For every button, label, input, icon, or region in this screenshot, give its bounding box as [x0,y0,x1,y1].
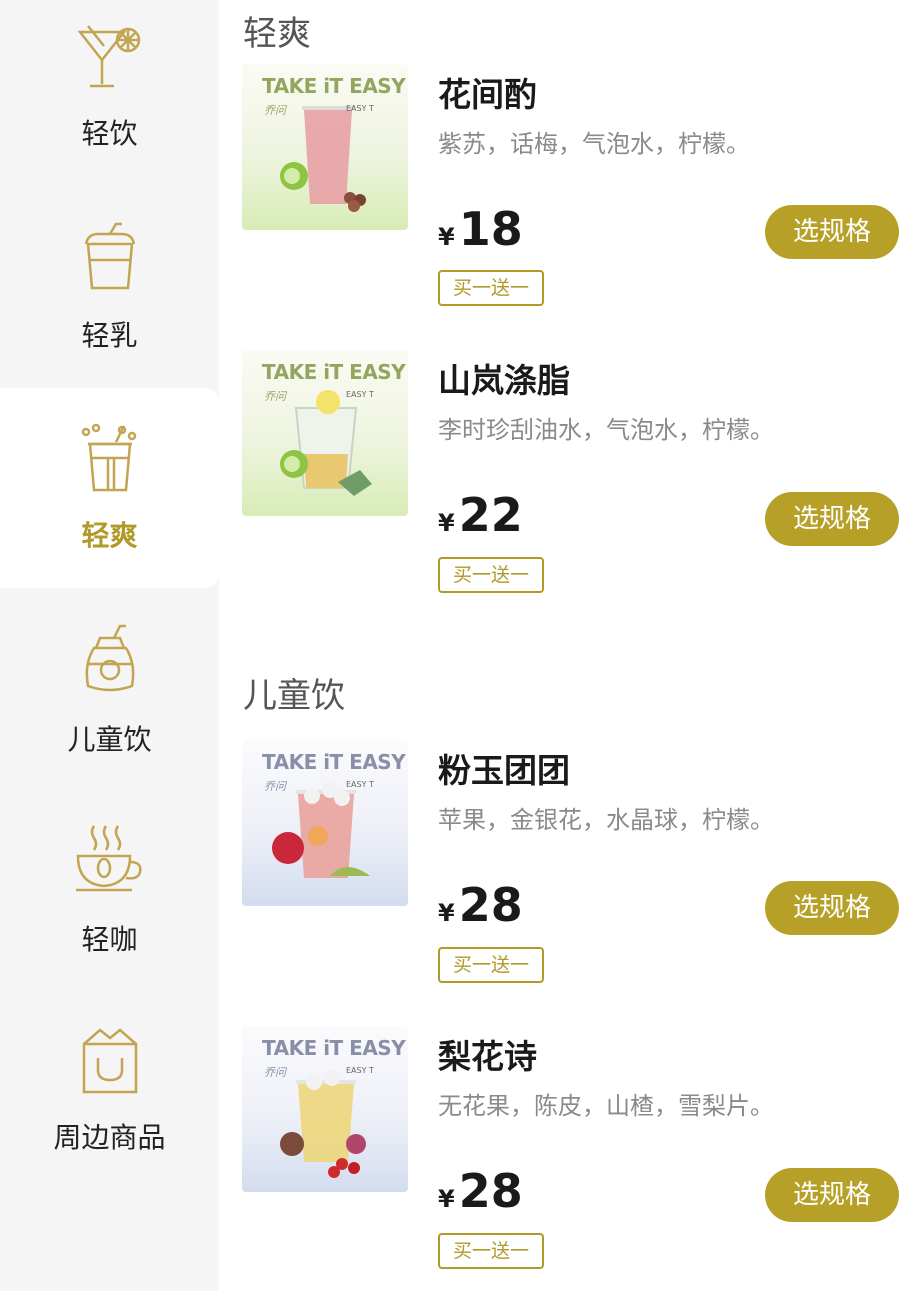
brand-subtitle: EASY T [346,1066,374,1075]
brand-text: TAKE iT EASY [262,1036,406,1060]
category-item-light-milk[interactable]: 轻乳 [0,200,219,400]
product-image[interactable]: TAKE iT EASY 乔问 EASY T [242,740,408,906]
kids-bottle-icon [85,624,135,692]
product-description: 无花果，陈皮，山楂，雪梨片。 [438,1092,774,1120]
category-label: 轻爽 [81,519,138,552]
product-name: 梨花诗 [438,1037,537,1076]
product-name: 山岚涤脂 [438,361,570,400]
brand-subtitle: 乔问 [264,390,286,403]
product-price: ¥28 [438,1164,523,1220]
product-name: 粉玉团团 [438,751,570,790]
brand-subtitle: EASY T [346,390,374,399]
promo-badge: 买一送一 [438,1233,544,1269]
category-label: 轻咖 [81,923,138,956]
brand-subtitle: 乔问 [264,780,286,793]
category-item-light-coffee[interactable]: 轻咖 [0,790,219,990]
product-price: ¥22 [438,488,523,544]
bubble-cup-icon [81,423,137,492]
brand-subtitle: 乔问 [264,104,286,117]
currency-symbol: ¥ [438,899,455,927]
category-label: 轻乳 [81,319,138,352]
currency-symbol: ¥ [438,509,455,537]
currency-symbol: ¥ [438,1185,455,1213]
brand-subtitle: EASY T [346,780,374,789]
category-label: 儿童饮 [67,723,152,756]
category-item-kids-drinks[interactable]: 儿童饮 [0,590,219,790]
product-price: ¥18 [438,202,523,258]
category-item-merchandise[interactable]: 周边商品 [0,990,219,1190]
price-value: 22 [458,488,523,542]
product-description: 紫苏，话梅，气泡水，柠檬。 [438,130,750,158]
category-sidebar: 轻饮 轻乳 轻爽 儿童饮 轻咖 周边商品 [0,0,219,1291]
price-value: 18 [458,202,523,256]
shopping-bag-icon [82,1028,138,1094]
brand-subtitle: 乔问 [264,1066,286,1079]
price-value: 28 [458,1164,523,1218]
select-spec-button[interactable]: 选规格 [765,205,899,259]
product-image[interactable]: TAKE iT EASY 乔问 EASY T [242,64,408,230]
product-image[interactable]: TAKE iT EASY 乔问 EASY T [242,1026,408,1192]
promo-badge: 买一送一 [438,270,544,306]
select-spec-button[interactable]: 选规格 [765,881,899,935]
price-value: 28 [458,878,523,932]
brand-text: TAKE iT EASY [262,750,406,774]
cocktail-icon [77,25,141,88]
section-title: 轻爽 [243,14,311,54]
promo-badge: 买一送一 [438,557,544,593]
section-title: 儿童饮 [243,676,345,716]
category-item-refreshing[interactable]: 轻爽 [0,388,219,588]
currency-symbol: ¥ [438,223,455,251]
category-label: 周边商品 [53,1121,166,1154]
brand-text: TAKE iT EASY [262,74,406,98]
milk-cup-icon [84,222,136,290]
promo-badge: 买一送一 [438,947,544,983]
select-spec-button[interactable]: 选规格 [765,492,899,546]
brand-text: TAKE iT EASY [262,360,406,384]
product-description: 李时珍刮油水，气泡水，柠檬。 [438,416,774,444]
coffee-cup-icon [76,825,142,892]
category-item-light-drinks[interactable]: 轻饮 [0,0,219,200]
brand-subtitle: EASY T [346,104,374,113]
category-label: 轻饮 [81,117,138,150]
select-spec-button[interactable]: 选规格 [765,1168,899,1222]
product-image[interactable]: TAKE iT EASY 乔问 EASY T [242,350,408,516]
product-name: 花间酌 [438,75,537,114]
product-price: ¥28 [438,878,523,934]
product-description: 苹果，金银花，水晶球，柠檬。 [438,806,774,834]
